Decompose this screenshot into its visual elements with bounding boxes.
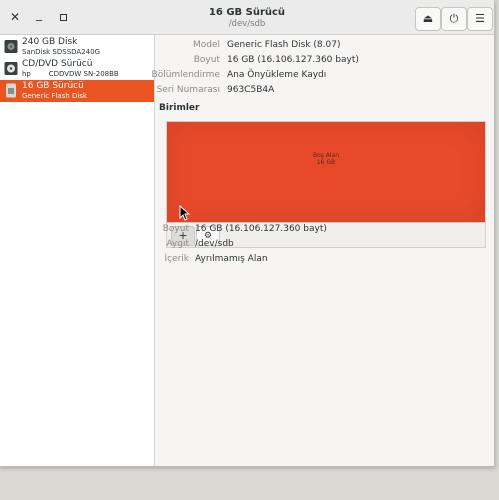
partitioning-value: Ana Önyükleme Kaydı [227, 70, 327, 80]
volume-size-value: 16 GB (16.106.127.360 bayt) [195, 224, 327, 234]
drive-details: Model Generic Flash Disk (8.07) Boyut 16… [151, 35, 494, 466]
hard-disk-icon [4, 40, 18, 53]
drive-list: 240 GB Disk SanDisk SDSSDA240G CD/DVD Sü… [0, 35, 155, 466]
disks-window: ✕ _ 16 GB Sürücü /dev/sdb ⏏ ⏻ ☰ 240 GB D… [0, 0, 495, 467]
drive-model: SanDisk SDSSDA240G [22, 48, 100, 56]
serial-value: 963C5B4A [227, 85, 275, 95]
header-bar: ✕ _ 16 GB Sürücü /dev/sdb ⏏ ⏻ ☰ [0, 0, 494, 35]
model-label: Model [192, 40, 220, 50]
drive-model: hp CDDVDW SN-208BB [22, 70, 119, 78]
model-value: Generic Flash Disk (8.07) [227, 40, 341, 50]
free-space-volume[interactable]: Boş Alan 16 GB [166, 121, 486, 223]
drive-menu-button[interactable]: ☰ [467, 7, 493, 31]
drive-model: Generic Flash Disk [22, 92, 87, 100]
drive-item-cd-dvd[interactable]: CD/DVD Sürücü hp CDDVDW SN-208BB [0, 58, 154, 80]
eject-button[interactable]: ⏏ [415, 7, 441, 31]
drive-item-16gb-drive[interactable]: 16 GB Sürücü Generic Flash Disk [0, 80, 154, 102]
contents-value: Ayrılmamış Alan [195, 254, 268, 264]
device-value: /dev/sdb [195, 239, 234, 249]
size-label: Boyut [193, 55, 220, 65]
usb-drive-icon [6, 83, 16, 98]
units-heading: Birimler [159, 103, 200, 113]
eject-icon: ⏏ [422, 12, 434, 25]
drive-name: 16 GB Sürücü [22, 81, 84, 91]
power-icon: ⏻ [449, 12, 459, 25]
mouse-pointer-icon [179, 205, 190, 221]
drive-name: 240 GB Disk [22, 37, 78, 47]
power-off-button[interactable]: ⏻ [441, 7, 467, 31]
partitioning-label: Bölümlendirme [151, 70, 220, 80]
device-label: Aygıt [166, 239, 189, 249]
serial-label: Seri Numarası [156, 85, 220, 95]
size-value: 16 GB (16.106.127.360 bayt) [227, 55, 359, 65]
drive-item-240gb-disk[interactable]: 240 GB Disk SanDisk SDSSDA240G [0, 36, 154, 58]
menu-icon: ☰ [475, 12, 485, 25]
optical-drive-icon [4, 62, 18, 75]
drive-name: CD/DVD Sürücü [22, 59, 93, 69]
volume-size-label: Boyut [162, 224, 189, 234]
volume-size-label: 16 GB [316, 159, 336, 166]
volume-label: Boş Alan [312, 152, 340, 159]
contents-label: İçerik [164, 254, 189, 264]
